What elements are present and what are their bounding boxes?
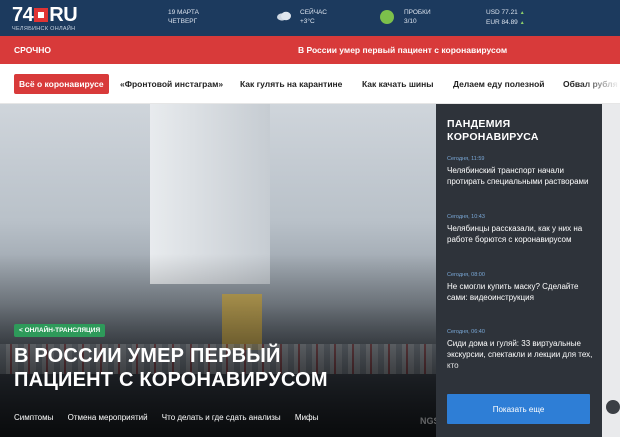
news-item[interactable]: Сегодня, 11:59 Челябинский транспорт нач… (447, 156, 597, 187)
hero-link-tests[interactable]: Что делать и где сдать анализы (162, 413, 281, 422)
news-time: Сегодня, 08:00 (447, 272, 485, 278)
nav-item-tires[interactable]: Как качать шины (362, 79, 434, 89)
nav-item-quarantine-walks[interactable]: Как гулять на карантине (240, 79, 342, 89)
sidebar-title: ПАНДЕМИЯ КОРОНАВИРУСА (447, 118, 539, 144)
logo-square-icon (34, 8, 49, 22)
usd-trend-up-icon: ▲ (519, 10, 525, 16)
breaking-news-bar: СРОЧНО В России умер первый пациент с ко… (0, 36, 620, 64)
sidebar-fade (436, 362, 602, 390)
show-more-button[interactable]: Показать еще (447, 394, 590, 424)
eur-rate-row: EUR 84.89 ▲ (486, 18, 525, 28)
topic-nav: Всё о коронавирусе «Фронтовой инстаграм»… (0, 64, 620, 104)
current-date: 19 МАРТА ЧЕТВЕРГ (168, 8, 199, 26)
breaking-label: СРОЧНО (14, 45, 52, 55)
logo-number: 74 (12, 4, 34, 26)
news-headline: Челябинцы рассказали, как у них на работ… (447, 224, 583, 244)
currency-rates[interactable]: USD 77.21 ▲ EUR 84.89 ▲ (486, 8, 525, 28)
hero-link-symptoms[interactable]: Симптомы (14, 413, 53, 422)
cloud-icon (277, 11, 291, 21)
nav-item-healthy-food[interactable]: Делаем еду полезной (453, 79, 545, 89)
hero-link-myths[interactable]: Мифы (295, 413, 318, 422)
usd-rate-row: USD 77.21 ▲ (486, 8, 525, 18)
weather-temperature: +3°C (300, 18, 315, 25)
site-logo[interactable]: 74 RU ЧЕЛЯБИНСК ОНЛАЙН (12, 4, 78, 32)
weather-widget[interactable]: СЕЙЧАС +3°C (300, 8, 327, 26)
eur-trend-up-icon: ▲ (519, 20, 525, 26)
traffic-score: 3/10 (404, 18, 417, 25)
breaking-headline-link[interactable]: В России умер первый пациент с коронавир… (298, 45, 507, 55)
hero-story[interactable]: < ОНЛАЙН-ТРАНСЛЯЦИЯ В РОССИИ УМЕР ПЕРВЫЙ… (0, 104, 436, 437)
logo-subtitle: ЧЕЛЯБИНСК ОНЛАЙН (12, 26, 76, 32)
site-header: 74 RU ЧЕЛЯБИНСК ОНЛАЙН 19 МАРТА ЧЕТВЕРГ … (0, 0, 620, 36)
news-time: Сегодня, 11:59 (447, 156, 485, 162)
news-time: Сегодня, 06:40 (447, 329, 485, 335)
hero-headline[interactable]: В РОССИИ УМЕР ПЕРВЫЙ ПАЦИЕНТ С КОРОНАВИР… (14, 344, 414, 392)
pandemic-news-sidebar: ПАНДЕМИЯ КОРОНАВИРУСА Сегодня, 11:59 Чел… (436, 104, 602, 437)
news-headline: Не смогли купить маску? Сделайте сами: в… (447, 282, 579, 302)
partial-avatar-icon (606, 400, 620, 414)
date-weekday: ЧЕТВЕРГ (168, 18, 198, 25)
date-day: 19 МАРТА (168, 9, 199, 16)
news-item[interactable]: Сегодня, 08:00 Не смогли купить маску? С… (447, 272, 597, 303)
hero-headline-line2: ПАЦИЕНТ С КОРОНАВИРУСОМ (14, 369, 328, 391)
news-headline: Челябинский транспорт начали протирать с… (447, 166, 589, 186)
weather-label: СЕЙЧАС (300, 9, 327, 16)
logo-suffix: RU (49, 4, 78, 26)
right-edge-panel (602, 104, 620, 437)
hero-related-links: Симптомы Отмена мероприятий Что делать и… (14, 413, 330, 422)
sidebar-title-line1: ПАНДЕМИЯ (447, 118, 511, 130)
nav-item-coronavirus[interactable]: Всё о коронавирусе (14, 74, 109, 94)
usd-rate: USD 77.21 (486, 9, 518, 16)
traffic-label: ПРОБКИ (404, 9, 431, 16)
news-time: Сегодня, 10:43 (447, 214, 485, 220)
photo-watermark: NGS (420, 416, 436, 426)
sidebar-title-line2: КОРОНАВИРУСА (447, 131, 539, 143)
hero-link-cancellations[interactable]: Отмена мероприятий (68, 413, 148, 422)
traffic-icon (380, 10, 394, 24)
eur-rate: EUR 84.89 (486, 19, 518, 26)
news-item[interactable]: Сегодня, 10:43 Челябинцы рассказали, как… (447, 214, 597, 245)
hero-headline-line1: В РОССИИ УМЕР ПЕРВЫЙ (14, 345, 281, 367)
nav-item-front-instagram[interactable]: «Фронтовой инстаграм» (120, 79, 223, 89)
traffic-widget[interactable]: ПРОБКИ 3/10 (404, 8, 431, 26)
nav-scroll-fade (580, 64, 620, 103)
live-broadcast-badge[interactable]: < ОНЛАЙН-ТРАНСЛЯЦИЯ (14, 324, 106, 337)
